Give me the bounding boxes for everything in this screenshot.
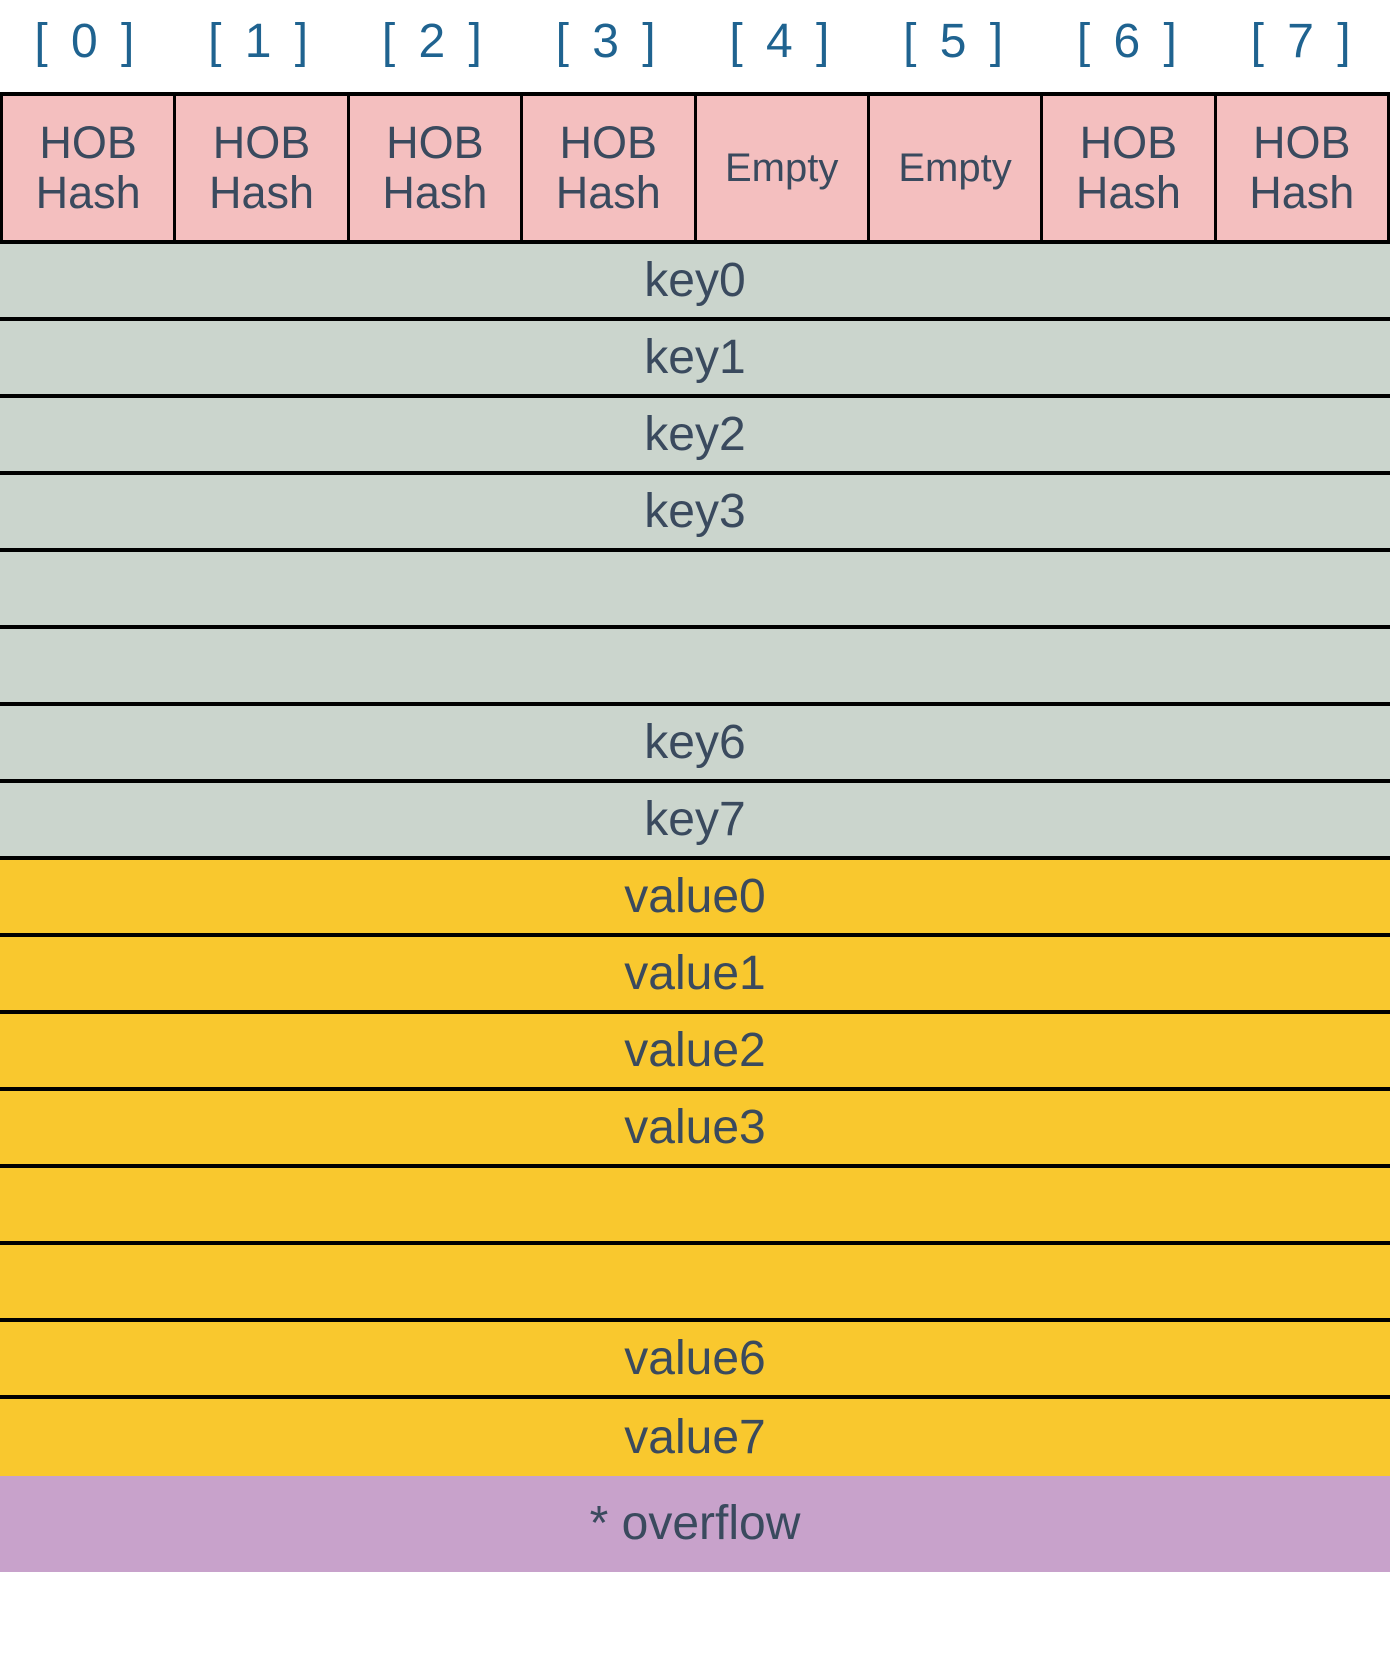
key-row-7: key7: [0, 783, 1390, 860]
key-row-0-label: key0: [644, 253, 746, 307]
value-row-6: value6: [0, 1322, 1390, 1399]
hob-hash-cell-6: HOB Hash: [1043, 96, 1217, 240]
overflow-row-label: * overflow: [589, 1497, 801, 1550]
key-row-4: [0, 552, 1390, 629]
hob-hash-cell-2-line2: Hash: [382, 167, 488, 218]
value-row-2: value2: [0, 1014, 1390, 1091]
hob-hash-cell-7-line1: HOB: [1253, 116, 1351, 168]
key-row-0: key0: [0, 244, 1390, 321]
index-label-6: [ 6 ]: [1076, 15, 1182, 68]
value-row-5: [0, 1245, 1390, 1322]
key-row-6: key6: [0, 706, 1390, 783]
hob-hash-cell-0: HOB Hash: [3, 96, 177, 240]
hob-hash-cell-1-line2: Hash: [209, 167, 315, 218]
key-row-6-label: key6: [644, 715, 746, 769]
index-label-0: [ 0 ]: [34, 15, 140, 68]
index-label-4: [ 4 ]: [729, 15, 835, 68]
hob-hash-cell-6-line1: HOB: [1079, 116, 1178, 168]
index-label-7: [ 7 ]: [1250, 15, 1356, 68]
value-row-1-label: value1: [624, 946, 766, 1000]
hob-hash-cell-7-line2: Hash: [1249, 167, 1355, 218]
value-row-2-label: value2: [624, 1023, 766, 1077]
index-label-2: [ 2 ]: [381, 15, 487, 68]
index-label-1: [ 1 ]: [208, 15, 314, 68]
key-row-1-label: key1: [644, 330, 746, 384]
hob-hash-header-row: HOB Hash HOB Hash HOB Hash HOB Hash Empt…: [0, 92, 1390, 244]
key-row-1: key1: [0, 321, 1390, 398]
value-row-3: value3: [0, 1091, 1390, 1168]
hob-hash-cell-5: Empty: [869, 96, 1044, 240]
value-row-1: value1: [0, 937, 1390, 1014]
index-label-strip: [ 0 ] [ 1 ] [ 2 ] [ 3 ] [ 4 ] [ 5 ] [ 6 …: [0, 0, 1390, 92]
hob-hash-cell-0-line2: Hash: [35, 167, 141, 218]
key-row-3-label: key3: [644, 484, 746, 538]
key-row-2: key2: [0, 398, 1390, 475]
hob-hash-cell-1-line1: HOB: [212, 116, 311, 168]
key-row-5: [0, 629, 1390, 706]
index-label-5: [ 5 ]: [903, 15, 1009, 68]
value-row-0-label: value0: [624, 869, 766, 923]
hob-hash-cell-2-line1: HOB: [386, 116, 484, 168]
hob-hash-cell-3-line1: HOB: [559, 116, 658, 168]
hob-hash-cell-2: HOB Hash: [349, 96, 524, 240]
hob-hash-cell-7: HOB Hash: [1216, 96, 1387, 240]
hob-hash-cell-1: HOB Hash: [176, 96, 350, 240]
value-row-0: value0: [0, 860, 1390, 937]
value-row-7-label: value7: [624, 1410, 766, 1464]
overflow-row: * overflow: [0, 1476, 1390, 1572]
hob-hash-cell-6-line2: Hash: [1075, 167, 1181, 218]
hob-hash-cell-5-line1: Empty: [898, 145, 1012, 190]
value-row-7: value7: [0, 1399, 1390, 1476]
value-row-3-label: value3: [624, 1100, 766, 1154]
key-row-2-label: key2: [644, 407, 746, 461]
hob-hash-cell-3: HOB Hash: [523, 96, 697, 240]
hob-hash-cell-4-line1: Empty: [725, 145, 839, 190]
key-row-7-label: key7: [644, 792, 746, 846]
hob-hash-cell-4: Empty: [696, 96, 870, 240]
index-label-3: [ 3 ]: [555, 15, 661, 68]
hob-hash-cell-0-line1: HOB: [39, 116, 137, 168]
hash-bucket-diagram: [ 0 ] [ 1 ] [ 2 ] [ 3 ] [ 4 ] [ 5 ] [ 6 …: [0, 0, 1390, 1668]
hob-hash-cell-3-line2: Hash: [555, 167, 661, 218]
key-row-3: key3: [0, 475, 1390, 552]
value-row-6-label: value6: [624, 1331, 766, 1385]
value-row-4: [0, 1168, 1390, 1245]
